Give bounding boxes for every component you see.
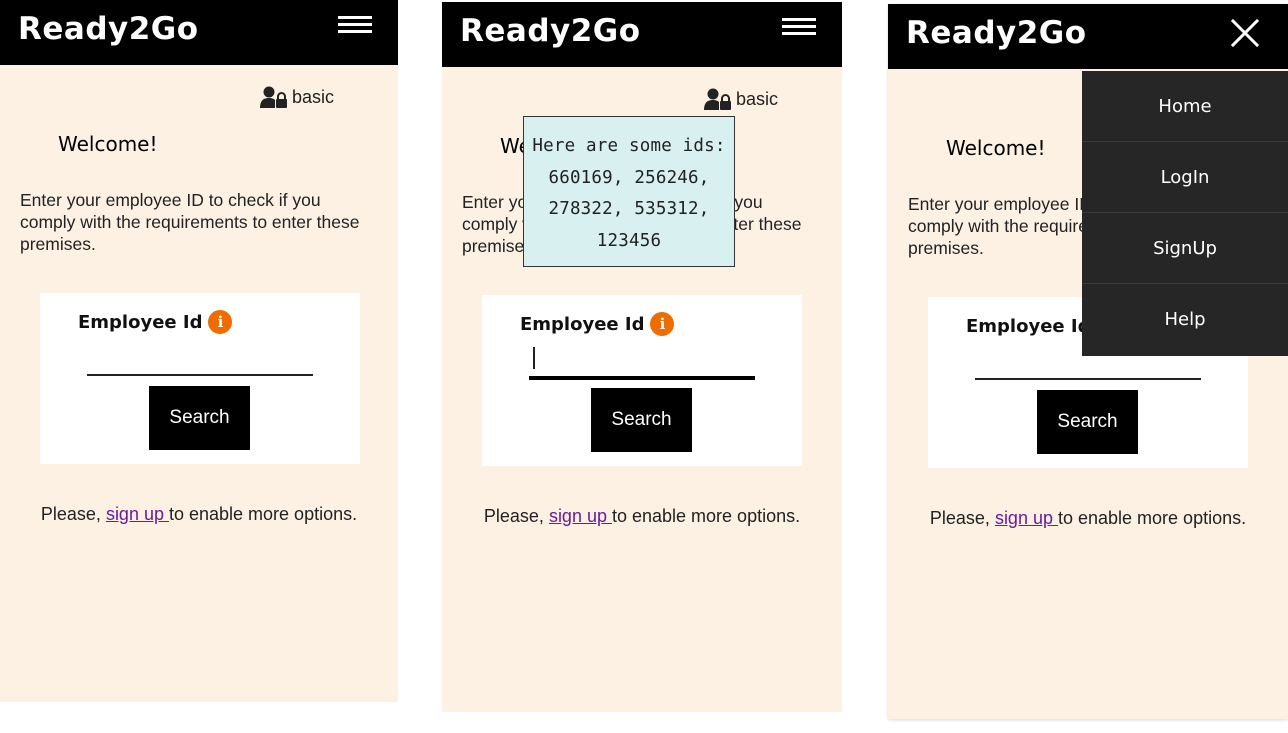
search-card: Employee Id i Search xyxy=(40,293,360,464)
info-icon[interactable]: i xyxy=(650,312,675,336)
screen-tooltip: Ready2Go basic Welcome! Enter your emplo… xyxy=(442,2,842,712)
welcome-heading: Welcome! xyxy=(946,136,1046,160)
tooltip-line: 123456 xyxy=(596,230,662,251)
app-bar: Ready2Go xyxy=(888,4,1288,69)
tooltip-line: 660169, 256246, xyxy=(548,167,710,188)
user-role-label: basic xyxy=(735,88,778,109)
employee-id-label: Employee Id i xyxy=(78,310,233,334)
app-bar: Ready2Go xyxy=(442,2,842,67)
user-badge: basic xyxy=(703,88,778,110)
employee-id-label-text: Employee Id xyxy=(966,315,1091,337)
employee-id-label-text: Employee Id xyxy=(520,313,645,335)
menu-item-home[interactable]: Home xyxy=(1082,71,1288,142)
brand-logo[interactable]: Ready2Go xyxy=(460,13,641,49)
signup-prompt-suffix: to enable more options. xyxy=(611,506,801,526)
hamburger-icon[interactable] xyxy=(782,18,816,36)
employee-id-label: Employee Id i xyxy=(520,312,675,336)
signup-link[interactable]: sign up xyxy=(995,508,1058,528)
search-button[interactable]: Search xyxy=(149,386,250,450)
brand-logo[interactable]: Ready2Go xyxy=(18,11,199,47)
app-bar: Ready2Go xyxy=(0,0,398,65)
text-caret xyxy=(533,347,535,369)
ids-tooltip: Here are some ids: 660169, 256246, 27832… xyxy=(523,116,735,267)
signup-link[interactable]: sign up xyxy=(549,506,612,526)
screen-menu-open: Ready2Go Welcome! Enter your employee ID… xyxy=(888,4,1288,719)
brand-logo[interactable]: Ready2Go xyxy=(906,15,1087,51)
signup-prompt-suffix: to enable more options. xyxy=(168,504,358,524)
signup-prompt-prefix: Please, xyxy=(929,508,995,528)
user-lock-icon xyxy=(703,88,731,110)
employee-id-input[interactable] xyxy=(975,352,1201,380)
menu-item-signup[interactable]: SignUp xyxy=(1082,213,1288,284)
menu-item-login[interactable]: LogIn xyxy=(1082,142,1288,213)
intro-text: Enter your employee ID to check if you c… xyxy=(20,190,360,254)
signup-prompt-suffix: to enable more options. xyxy=(1057,508,1247,528)
signup-prompt: Please, sign up to enable more options. xyxy=(888,507,1288,529)
screen-default: Ready2Go basic Welcome! Enter your emplo… xyxy=(0,0,398,702)
search-card: Employee Id i Search xyxy=(482,295,802,466)
signup-prompt-prefix: Please, xyxy=(40,504,106,524)
welcome-heading: Welcome! xyxy=(58,132,158,156)
signup-prompt: Please, sign up to enable more options. xyxy=(442,505,842,527)
menu-item-help[interactable]: Help xyxy=(1082,284,1288,355)
info-icon[interactable]: i xyxy=(208,310,233,334)
employee-id-label-text: Employee Id xyxy=(78,311,203,333)
signup-prompt: Please, sign up to enable more options. xyxy=(0,503,398,525)
search-button[interactable]: Search xyxy=(591,388,692,452)
signup-link[interactable]: sign up xyxy=(106,504,169,524)
tooltip-line: 278322, 535312, xyxy=(548,199,710,219)
employee-id-input[interactable] xyxy=(529,350,755,380)
search-button[interactable]: Search xyxy=(1037,390,1138,454)
user-badge: basic xyxy=(259,86,334,108)
hamburger-icon[interactable] xyxy=(338,16,372,34)
employee-id-input[interactable] xyxy=(87,348,313,376)
nav-menu: Home LogIn SignUp Help xyxy=(1082,71,1288,356)
close-icon[interactable] xyxy=(1230,18,1260,48)
user-lock-icon xyxy=(259,86,287,108)
signup-prompt-prefix: Please, xyxy=(483,506,549,526)
tooltip-line: Here are some ids: xyxy=(532,136,726,156)
user-role-label: basic xyxy=(291,86,334,107)
